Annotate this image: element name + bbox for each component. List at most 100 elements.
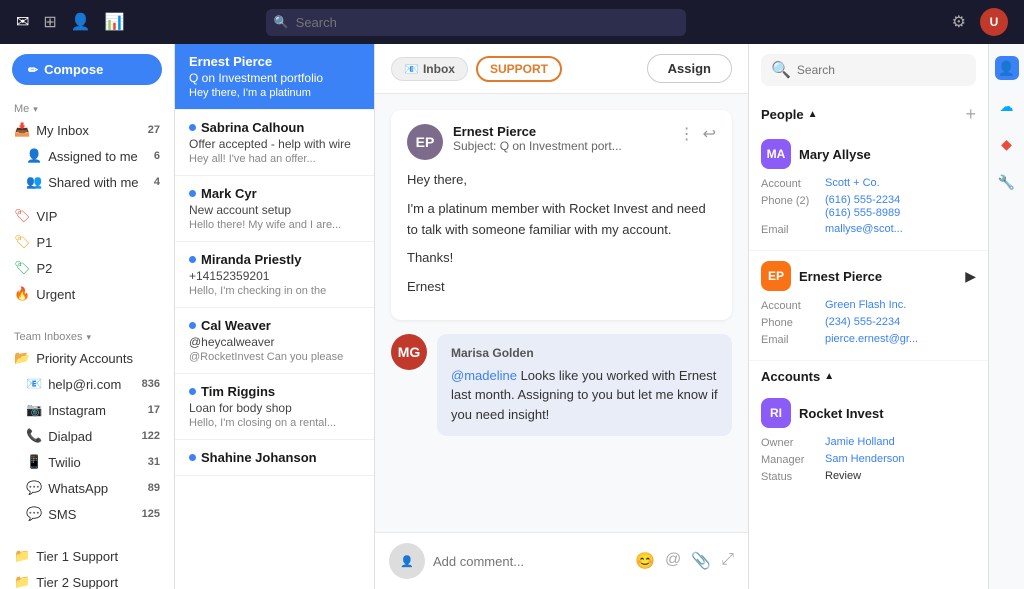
right-search-input[interactable] bbox=[797, 63, 966, 77]
sender-name: Shahine Johanson bbox=[201, 450, 317, 465]
sidebar-item-dialpad[interactable]: 📞 Dialpad 122 bbox=[0, 423, 174, 449]
tag-icon: 🏷 bbox=[14, 260, 31, 276]
sidebar-item-priority-accounts[interactable]: 📂 Priority Accounts bbox=[0, 345, 174, 371]
conv-item-miranda-priestly[interactable]: Miranda Priestly +14152359201 Hello, I'm… bbox=[175, 242, 374, 308]
owner-label: Owner bbox=[761, 436, 821, 449]
comment-bubble: Marisa Golden @madeline Looks like you w… bbox=[437, 334, 732, 437]
manager-value[interactable]: Sam Henderson bbox=[825, 453, 905, 465]
account-value[interactable]: Green Flash Inc. bbox=[825, 299, 906, 311]
tasks-panel-icon[interactable]: ◆ bbox=[995, 132, 1019, 156]
conv-subject: Loan for body shop bbox=[189, 401, 360, 415]
sidebar-item-label: Instagram bbox=[48, 403, 106, 418]
sidebar: ✏ Compose Me ▾ 📥 My Inbox 27 👤 Assigned … bbox=[0, 44, 175, 589]
contacts-panel-icon[interactable]: 👤 bbox=[995, 56, 1019, 80]
integrations-panel-icon[interactable]: 🔧 bbox=[995, 170, 1019, 194]
conv-item-shahine-johanson[interactable]: Shahine Johanson bbox=[175, 440, 374, 476]
sidebar-item-tier1[interactable]: 📁 Tier 1 Support bbox=[0, 543, 174, 569]
main-layout: ✏ Compose Me ▾ 📥 My Inbox 27 👤 Assigned … bbox=[0, 44, 1024, 589]
inbox-tag[interactable]: 📧 Inbox bbox=[391, 57, 468, 81]
shared-badge: 4 bbox=[154, 176, 160, 188]
account-name[interactable]: Rocket Invest bbox=[799, 406, 884, 421]
conv-item-mark-cyr[interactable]: Mark Cyr New account setup Hello there! … bbox=[175, 176, 374, 242]
email-value[interactable]: mallyse@scot... bbox=[825, 223, 903, 235]
compose-button[interactable]: ✏ Compose bbox=[12, 54, 162, 85]
conv-subject: New account setup bbox=[189, 203, 360, 217]
sender-name: Ernest Pierce bbox=[189, 54, 272, 69]
sidebar-item-label: P1 bbox=[37, 235, 53, 250]
phone-1[interactable]: (616) 555-2234 bbox=[825, 194, 900, 206]
sidebar-item-label: Priority Accounts bbox=[36, 351, 133, 366]
sidebar-item-twilio[interactable]: 📱 Twilio 31 bbox=[0, 449, 174, 475]
sidebar-item-p2[interactable]: 🏷 P2 bbox=[0, 255, 174, 281]
sidebar-item-sms[interactable]: 💬 SMS 125 bbox=[0, 501, 174, 527]
message-actions: ⋮ ↩ bbox=[679, 124, 716, 144]
right-panel: 🔍 People ▲ + MA Mary Allyse Account Scot… bbox=[748, 44, 988, 589]
account-value[interactable]: Scott + Co. bbox=[825, 177, 880, 189]
emoji-icon[interactable]: 😊 bbox=[635, 551, 655, 571]
support-tag[interactable]: SUPPORT bbox=[476, 56, 562, 82]
twilio-icon: 📱 bbox=[26, 454, 42, 470]
assign-button[interactable]: Assign bbox=[647, 54, 732, 83]
sidebar-item-tier2[interactable]: 📁 Tier 2 Support bbox=[0, 569, 174, 589]
support-tag-label: SUPPORT bbox=[490, 62, 548, 76]
email-label: Email bbox=[761, 223, 821, 236]
sidebar-item-my-inbox[interactable]: 📥 My Inbox 27 bbox=[0, 117, 174, 143]
help-badge: 836 bbox=[142, 378, 160, 390]
mail-icon[interactable]: ✉ bbox=[16, 12, 29, 32]
unread-dot bbox=[189, 454, 196, 461]
sms-badge: 125 bbox=[142, 508, 160, 520]
right-search: 🔍 bbox=[749, 44, 988, 96]
sidebar-item-label: My Inbox bbox=[36, 123, 89, 138]
conv-preview: Hello, I'm closing on a rental... bbox=[189, 417, 360, 429]
comment-input[interactable] bbox=[433, 554, 627, 569]
people-arrow[interactable]: ▲ bbox=[808, 109, 818, 120]
phone-value[interactable]: (234) 555-2234 bbox=[825, 316, 900, 328]
user-icon[interactable]: 👤 bbox=[71, 12, 91, 32]
email-value[interactable]: pierce.ernest@gr... bbox=[825, 333, 918, 345]
accounts-arrow[interactable]: ▲ bbox=[824, 371, 834, 382]
conv-item-sabrina-calhoun[interactable]: Sabrina Calhoun Offer accepted - help wi… bbox=[175, 110, 374, 176]
conv-preview: Hey there, I'm a platinum bbox=[189, 87, 360, 99]
compose-label: Compose bbox=[44, 62, 103, 77]
person-avatar: EP bbox=[761, 261, 791, 291]
global-search-input[interactable] bbox=[266, 9, 686, 36]
more-icon[interactable]: ⋮ bbox=[679, 124, 695, 144]
owner-value[interactable]: Jamie Holland bbox=[825, 436, 895, 448]
conv-name: Miranda Priestly bbox=[189, 252, 360, 267]
reply-icon[interactable]: ↩ bbox=[703, 124, 716, 144]
crm-panel-icon[interactable]: ☁ bbox=[995, 94, 1019, 118]
conv-name: Tim Riggins bbox=[189, 384, 360, 399]
phone-2[interactable]: (616) 555-8989 bbox=[825, 207, 900, 219]
sidebar-item-urgent[interactable]: 🔥 Urgent bbox=[0, 281, 174, 307]
comment-text: @madeline Looks like you worked with Ern… bbox=[451, 366, 718, 425]
chart-icon[interactable]: 📊 bbox=[105, 12, 125, 32]
person-name[interactable]: Mary Allyse bbox=[799, 147, 871, 162]
person-phone-detail: Phone (234) 555-2234 bbox=[761, 316, 976, 329]
sidebar-item-label: SMS bbox=[48, 507, 76, 522]
sidebar-item-label: help@ri.com bbox=[48, 377, 121, 392]
accounts-title-label: Accounts bbox=[761, 369, 820, 384]
attach-icon[interactable]: 📎 bbox=[691, 551, 711, 571]
sidebar-item-p1[interactable]: 🏷 P1 bbox=[0, 229, 174, 255]
sidebar-item-vip[interactable]: 🏷 VIP bbox=[0, 203, 174, 229]
person-name[interactable]: Ernest Pierce bbox=[799, 269, 882, 284]
sidebar-item-assigned-to-me[interactable]: 👤 Assigned to me 6 bbox=[0, 143, 174, 169]
add-person-button[interactable]: + bbox=[965, 104, 976, 125]
conv-subject: Offer accepted - help with wire bbox=[189, 137, 360, 151]
avatar[interactable]: U bbox=[980, 8, 1008, 36]
conv-item-ernest-pierce[interactable]: Ernest Pierce Q on Investment portfolio … bbox=[175, 44, 374, 110]
conv-item-cal-weaver[interactable]: Cal Weaver @heycalweaver @RocketInvest C… bbox=[175, 308, 374, 374]
at-icon[interactable]: @ bbox=[665, 551, 681, 571]
settings-icon[interactable]: ⚙ bbox=[952, 12, 966, 32]
sidebar-item-shared-with-me[interactable]: 👥 Shared with me 4 bbox=[0, 169, 174, 195]
sidebar-item-instagram[interactable]: 📷 Instagram 17 bbox=[0, 397, 174, 423]
conv-item-tim-riggins[interactable]: Tim Riggins Loan for body shop Hello, I'… bbox=[175, 374, 374, 440]
labels-section: 🏷 VIP 🏷 P1 🏷 P2 🔥 Urgent bbox=[0, 199, 174, 311]
sidebar-item-whatsapp[interactable]: 💬 WhatsApp 89 bbox=[0, 475, 174, 501]
expand-icon[interactable]: ⤢ bbox=[721, 551, 734, 571]
sidebar-item-help[interactable]: 📧 help@ri.com 836 bbox=[0, 371, 174, 397]
global-search-bar: 🔍 bbox=[266, 9, 686, 36]
search-icon: 🔍 bbox=[771, 60, 791, 80]
grid-icon[interactable]: ⊞ bbox=[43, 12, 56, 32]
msg-signature: Ernest bbox=[407, 277, 716, 298]
